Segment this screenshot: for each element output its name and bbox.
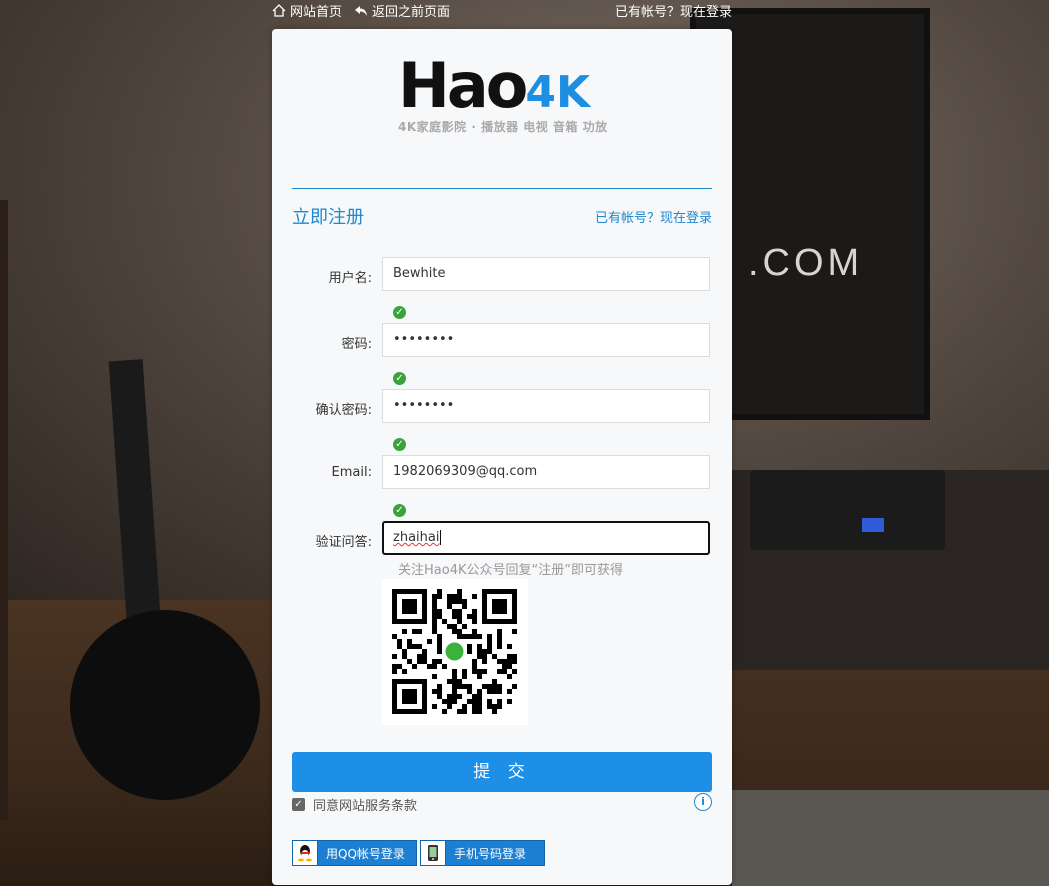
terms-label: 同意网站服务条款 [313,799,418,814]
back-link-label: 返回之前页面 [372,5,451,20]
background-guitar-body [70,610,260,800]
qq-login-button[interactable]: 用QQ帐号登录 [292,840,417,866]
top-nav: 网站首页 返回之前页面 已有帐号？现在登录 [272,0,732,20]
email-input[interactable]: 1982069309@qq.com [382,455,710,489]
confirm-password-row: 确认密码: •••••••• [272,389,732,425]
login-link[interactable]: 已有帐号？现在登录 [595,207,712,226]
username-label: 用户名: [328,271,372,286]
home-icon [272,4,286,17]
wechat-logo-icon [445,642,464,661]
confirm-password-input[interactable]: •••••••• [382,389,710,423]
password-label: 密码: [341,337,372,352]
verification-hint: 关注Hao4K公众号回复“注册”即可获得 [398,563,623,578]
confirm-password-label: 确认密码: [315,403,372,418]
confirm-password-valid-icon: ✓ [393,438,406,451]
background-rug [732,790,1049,886]
email-label: Email: [331,465,372,480]
verification-input[interactable]: zhaihai [382,521,710,555]
phone-login-label: 手机号码登录 [454,846,527,861]
email-row: Email: 1982069309@qq.com [272,455,732,491]
username-valid-icon: ✓ [393,306,406,319]
qq-penguin-icon [293,841,318,865]
background-amplifier [750,470,945,550]
username-row: 用户名: Bewhite [272,257,732,293]
phone-icon [421,841,446,865]
logo-tagline: 4K家庭影院 · 播放器 电视 音箱 功放 [398,120,608,134]
info-icon[interactable]: i [694,793,712,811]
header-divider [292,188,712,189]
password-valid-icon: ✓ [393,372,406,385]
terms-checkbox[interactable]: ✓ [292,798,305,811]
back-arrow-icon [355,6,367,16]
terms-agreement[interactable]: ✓ 同意网站服务条款 [292,795,417,814]
password-row: 密码: •••••••• [272,323,732,359]
site-logo[interactable]: Hao4K 4K家庭影院 · 播放器 电视 音箱 功放 [398,55,608,135]
email-valid-icon: ✓ [393,504,406,517]
back-link[interactable]: 返回之前页面 [354,1,450,20]
password-input[interactable]: •••••••• [382,323,710,357]
home-link[interactable]: 网站首页 [272,1,342,20]
home-link-label: 网站首页 [290,5,343,20]
register-card: Hao4K 4K家庭影院 · 播放器 电视 音箱 功放 立即注册 已有帐号？现在… [272,29,732,885]
phone-login-button[interactable]: 手机号码登录 [420,840,545,866]
username-input[interactable]: Bewhite [382,257,710,291]
verification-row: 验证问答: zhaihai [272,521,732,557]
qr-code-image [392,589,517,714]
verification-value: zhaihai [393,530,440,545]
topbar-login-link[interactable]: 已有帐号？现在登录 [615,1,732,20]
background-amp-display [862,518,884,532]
wechat-qr-code [382,579,528,725]
submit-button[interactable]: 提 交 [292,752,712,792]
background-door [0,200,8,820]
qq-login-label: 用QQ帐号登录 [326,846,405,861]
logo-wordmark: Hao4K [398,49,591,122]
verification-label: 验证问答: [315,535,372,550]
background-poster-text: .COM [748,242,864,284]
page-title: 立即注册 [292,207,364,228]
